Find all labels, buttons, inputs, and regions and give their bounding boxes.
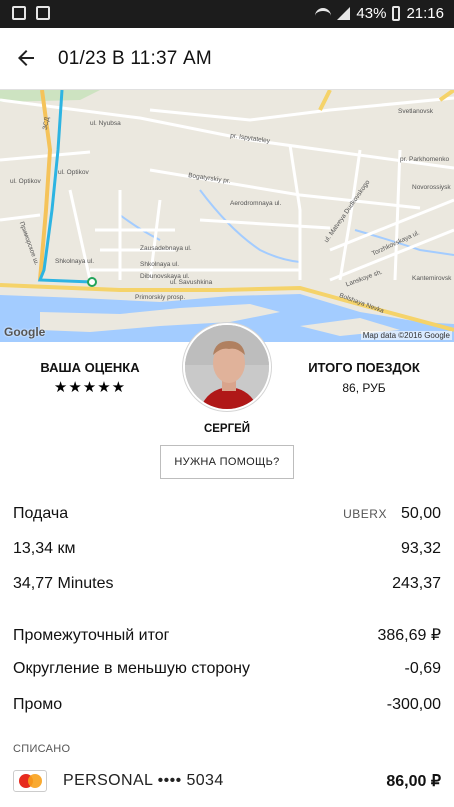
battery-percent: 43% (356, 5, 387, 22)
map-label: Shkolnaya ul. (55, 258, 95, 265)
fare-row-promo: Промо -300,00 (13, 696, 441, 714)
rating-section: ВАША ОЦЕНКА ★★★★★ (30, 360, 150, 396)
trip-total-value: 86, РУБ (342, 381, 386, 395)
mastercard-icon (13, 770, 47, 792)
notification-icon (12, 6, 26, 20)
wifi-icon (315, 7, 332, 20)
fare-label: Промежуточный итог (13, 627, 170, 644)
fare-value: 243,37 (392, 575, 441, 592)
charged-label: СПИСАНО (13, 743, 71, 755)
map-label: Primorskiy prosp. (135, 294, 186, 301)
fare-label: 13,34 км (13, 540, 76, 557)
map-attribution[interactable]: Map data ©2016 Google (360, 331, 452, 340)
map-label: Zausadebnaya ul. (140, 245, 192, 252)
rating-label: ВАША ОЦЕНКА (40, 360, 140, 375)
vehicle-class-tag: UBERX (343, 507, 387, 521)
map-label: Svetlanovsk (398, 108, 434, 115)
help-button[interactable]: НУЖНА ПОМОЩЬ? (160, 445, 294, 479)
fare-row-distance: 13,34 км 93,32 (13, 540, 441, 558)
driver-name: СЕРГЕЙ (203, 423, 251, 435)
card-label: PERSONAL •••• 5034 (63, 772, 224, 789)
map-graphic (0, 90, 454, 342)
driver-photo (185, 325, 269, 409)
battery-icon (392, 6, 401, 21)
fare-value: 93,32 (400, 540, 441, 557)
map-label: Novorossiysk (412, 184, 451, 191)
map-label: Dibunovskaya ul. (140, 273, 190, 280)
fare-label: Округление в меньшую сторону (13, 660, 250, 677)
gallery-icon (36, 6, 50, 20)
page-title: 01/23 В 11:37 AM (58, 48, 212, 69)
map-label: Shkolnaya ul. (140, 261, 180, 268)
fare-label: Подача (13, 505, 69, 522)
fare-value: -300,00 (386, 696, 441, 713)
map-label: pr. Parkhomenko (400, 156, 450, 163)
fare-row-time: 34,77 Minutes 243,37 (13, 575, 441, 593)
trip-map[interactable]: ЗСД ul. Nyubsa pr. Ispytateley Svetlanov… (0, 90, 454, 342)
fare-row-subtotal: Промежуточный итог 386,69 ₽ (13, 625, 441, 645)
payment-method-row: PERSONAL •••• 5034 86,00 ₽ (13, 770, 441, 792)
signal-icon (337, 7, 351, 20)
map-label: ul. Optikov (58, 169, 89, 176)
google-logo: Google (4, 325, 46, 339)
fare-row-base: Подача UBERX 50,00 (13, 505, 441, 523)
fare-value: 386,69 ₽ (377, 627, 441, 644)
fare-value: -0,69 (404, 660, 441, 677)
charged-amount: 86,00 ₽ (386, 773, 441, 790)
rating-stars: ★★★★★ (53, 379, 127, 396)
back-arrow-icon[interactable] (14, 46, 38, 70)
map-label: ul. Savushkina (170, 279, 213, 286)
fare-value: 50,00 (400, 505, 441, 522)
trip-total-label: ИТОГО ПОЕЗДОК (308, 360, 420, 375)
map-label: Aerodromnaya ul. (230, 200, 282, 207)
map-label: ul. Optikov (10, 178, 41, 185)
driver-avatar (183, 323, 271, 411)
map-label: ul. Nyubsa (90, 120, 121, 127)
app-bar: 01/23 В 11:37 AM (0, 28, 454, 90)
trip-total-section: ИТОГО ПОЕЗДОК 86, РУБ (300, 360, 428, 395)
clock: 21:16 (406, 5, 444, 22)
fare-label: Промо (13, 696, 63, 713)
status-bar: 43% 21:16 (0, 0, 454, 28)
map-label: Kantemirovsk (412, 275, 452, 282)
fare-row-rounding: Округление в меньшую сторону -0,69 (13, 660, 441, 678)
fare-label: 34,77 Minutes (13, 575, 114, 592)
